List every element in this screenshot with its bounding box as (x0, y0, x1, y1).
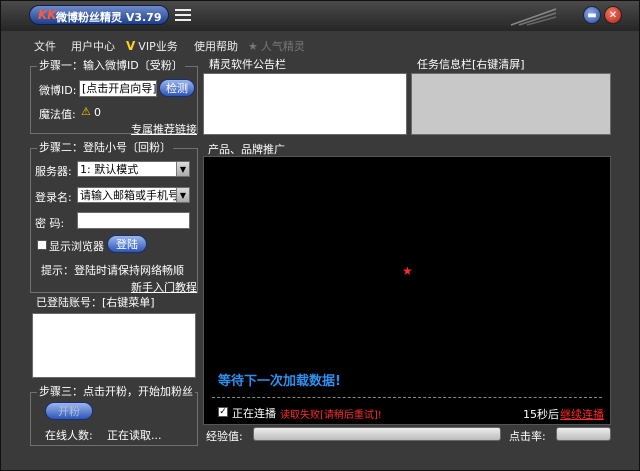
continuous-play-label: 正在连播 (232, 407, 276, 420)
logged-accounts-title: 已登陆账号：[右键菜单] (34, 296, 157, 309)
login-button[interactable]: 登陆 (107, 235, 147, 253)
click-rate-label: 点击率: (509, 430, 546, 443)
load-fail-text: 读取失败[请稍后重试]! (280, 410, 382, 421)
promo-title: 产品、品牌推广 (208, 143, 285, 156)
login-input-placeholder: 请输入邮箱或手机号 (80, 189, 179, 202)
step3-group: 步骤三：点击开粉，开始加粉丝 开粉 在线人数: 正在读取... (30, 386, 198, 446)
loading-star-icon: ★ (402, 264, 413, 278)
step2-group: 步骤二：登陆小号〔回粉〕 服务器: 1: 默认模式 ▼ 登录名: 请输入邮箱或手… (30, 142, 198, 295)
step2-title: 步骤二：登陆小号〔回粉〕 (37, 141, 173, 154)
menu-popular-label: 人气精灵 (260, 40, 305, 53)
login-input[interactable]: 请输入邮箱或手机号 ▼ (77, 187, 190, 203)
login-label: 登录名: (35, 191, 72, 204)
task-content[interactable] (411, 73, 611, 135)
menu-file[interactable]: 文件 (34, 38, 56, 54)
close-button[interactable]: ✕ (604, 6, 622, 24)
continuous-play-checkbox[interactable]: ✓ (218, 407, 228, 417)
magic-value: 0 (94, 106, 101, 119)
promo-divider (212, 397, 602, 398)
star-icon: ★ (248, 40, 258, 53)
show-browser-checkbox[interactable] (37, 240, 47, 250)
magic-label: 魔法值: (39, 108, 76, 121)
online-count-label: 在线人数: (45, 429, 93, 442)
step1-title: 步骤一：输入微博ID〔受粉〕 (37, 59, 185, 72)
notice-content (203, 73, 407, 135)
notice-title: 精灵软件公告栏 (207, 58, 288, 71)
step3-title: 步骤三：点击开粉，开始加粉丝 (37, 385, 195, 398)
menu-help[interactable]: 使用帮助 (194, 38, 238, 54)
vip-icon: V (126, 39, 136, 53)
hamburger-menu-icon[interactable] (175, 9, 191, 23)
server-label: 服务器: (35, 165, 72, 178)
password-label: 密 码: (35, 217, 65, 230)
show-browser-label: 显示浏览器 (49, 240, 104, 253)
server-select[interactable]: 1: 默认模式 ▼ (77, 161, 190, 177)
chevron-down-icon[interactable]: ▼ (176, 188, 189, 202)
exp-label: 经验值: (206, 430, 243, 443)
detect-button[interactable]: 检测 (159, 79, 195, 97)
main-window: KK 微博粉丝精灵 V3.79 ▬ ✕ 文件 用户中心 V VIP业务 使用帮助 … (0, 0, 640, 471)
chevron-down-icon[interactable]: ▼ (176, 162, 189, 176)
menu-vip-label: VIP业务 (138, 40, 178, 53)
login-tip: 提示：登陆时请保持网络畅顺 (41, 264, 184, 277)
minimize-button[interactable]: ▬ (583, 6, 601, 24)
recommend-link[interactable]: 专属推荐链接 (131, 121, 197, 137)
menu-vip[interactable]: V VIP业务 (126, 38, 178, 54)
password-input[interactable] (77, 212, 190, 229)
promo-panel[interactable]: ★ 等待下一次加载数据! ✓ 正在连播 读取失败[请稍后重试]! 15秒后 继续… (203, 156, 611, 425)
countdown-text: 15秒后 (523, 408, 559, 421)
step1-group: 步骤一：输入微博ID〔受粉〕 微博ID: [点击开启向导] 检测 魔法值: ⚠ … (30, 60, 198, 137)
title-decoration-icon (510, 8, 557, 26)
task-title: 任务信息栏[右键清屏] (415, 58, 527, 71)
waiting-text: 等待下一次加载数据! (218, 374, 341, 389)
online-count-value: 正在读取... (107, 429, 162, 442)
warning-icon: ⚠ (81, 105, 91, 118)
app-logo-icon: KK (38, 8, 57, 22)
menu-popular[interactable]: ★ 人气精灵 (248, 38, 305, 54)
weibo-id-label: 微博ID: (39, 84, 77, 97)
notice-group: 精灵软件公告栏 (203, 59, 407, 136)
menu-bar: 文件 用户中心 V VIP业务 使用帮助 ★ 人气精灵 (1, 35, 639, 55)
menu-user-center[interactable]: 用户中心 (71, 38, 115, 54)
continue-play-link[interactable]: 继续连播 (560, 406, 604, 422)
title-bar[interactable]: KK 微博粉丝精灵 V3.79 ▬ ✕ (1, 1, 639, 31)
tutorial-link[interactable]: 新手入门教程 (131, 279, 197, 295)
server-select-value: 1: 默认模式 (80, 163, 139, 176)
weibo-id-input[interactable]: [点击开启向导] (79, 80, 157, 97)
window-title: 微博粉丝精灵 V3.79 (56, 11, 162, 24)
logged-accounts-list[interactable] (32, 313, 196, 378)
task-group: 任务信息栏[右键清屏] (411, 59, 611, 136)
start-fans-button[interactable]: 开粉 (45, 402, 93, 420)
exp-progress-bar (253, 427, 501, 441)
click-rate-progress-bar (556, 427, 611, 441)
title-badge: KK 微博粉丝精灵 V3.79 (29, 5, 169, 25)
logged-accounts-group: 已登陆账号：[右键菜单] (30, 297, 198, 380)
